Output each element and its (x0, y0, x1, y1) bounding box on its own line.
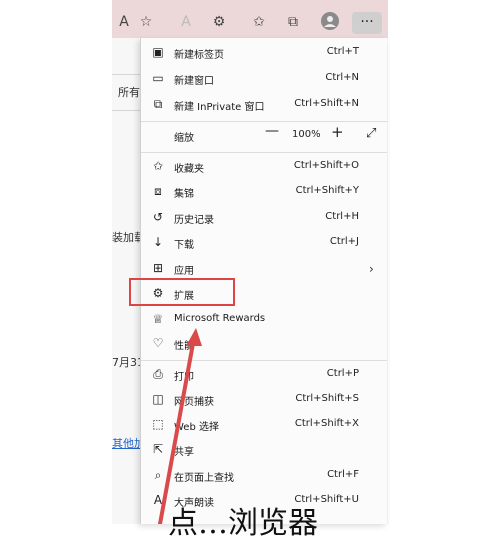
menu-item-shortcut: Ctrl+H (325, 211, 359, 222)
menu-item-rewards[interactable]: ♕ Microsoft Rewards (141, 308, 387, 332)
menu-item-label: 收藏夹 (174, 164, 204, 175)
menu-item-label: 历史记录 (174, 215, 214, 226)
menu-item-label: 性能 (174, 341, 194, 352)
menu-item-label: 下载 (174, 240, 194, 251)
menu-item-shortcut: Ctrl+T (326, 46, 359, 57)
menu-item-shortcut: Ctrl+Shift+Y (295, 185, 359, 196)
zoom-in-button[interactable]: + (331, 123, 344, 141)
read-aloud-icon: A (153, 493, 163, 507)
menu-item-label: 新建标签页 (174, 50, 224, 61)
menu-item-shortcut: Ctrl+Shift+N (294, 98, 359, 109)
zoom-level: 100% (292, 129, 321, 140)
chevron-right-icon: › (369, 262, 374, 276)
menu-item-downloads[interactable]: ↓ 下载 Ctrl+J (141, 231, 387, 255)
new-tab-icon: ▣ (152, 45, 164, 59)
collections-icon: ⧈ (154, 184, 162, 198)
menu-item-label: 集锦 (174, 189, 194, 200)
performance-icon: ♡ (152, 336, 164, 350)
menu-item-find[interactable]: ⌕ 在页面上查找 Ctrl+F (141, 464, 387, 488)
menu-item-new-inprivate[interactable]: ⧉ 新建 InPrivate 窗口 Ctrl+Shift+N (141, 93, 387, 117)
menu-item-label: 在页面上查找 (174, 473, 234, 484)
find-icon: ⌕ (154, 468, 162, 482)
favorites-icon[interactable]: ✩ (249, 12, 269, 32)
menu-item-new-window[interactable]: ▭ 新建窗口 Ctrl+N (141, 67, 387, 91)
text-size-icon[interactable]: A (114, 12, 134, 32)
menu-item-label: 新建窗口 (174, 76, 214, 87)
user-avatar-icon[interactable] (320, 12, 340, 32)
menu-item-web-select[interactable]: ⬚ Web 选择 Ctrl+Shift+X (141, 413, 387, 437)
handwritten-annotation: 点…浏览器 (168, 506, 318, 541)
download-icon: ↓ (152, 235, 164, 249)
menu-item-label: 网页捕获 (174, 397, 214, 408)
history-icon: ↺ (152, 210, 164, 224)
zoom-label: 缩放 (174, 133, 194, 144)
menu-item-shortcut: Ctrl+Shift+S (295, 393, 359, 404)
menu-item-label: 应用 (174, 266, 194, 277)
extensions-icon[interactable]: ⚙ (209, 12, 229, 32)
extensions-highlight-box (129, 278, 235, 306)
bg-divider (112, 110, 140, 111)
bg-text-1: 所有 (118, 86, 140, 99)
menu-item-label: 新建 InPrivate 窗口 (174, 102, 265, 113)
apps-icon: ⊞ (152, 261, 164, 275)
zoom-out-button[interactable]: — (265, 123, 279, 139)
menu-item-shortcut: Ctrl+P (326, 368, 359, 379)
collections-icon[interactable]: ⧉ (283, 12, 303, 32)
menu-item-print[interactable]: ⎙ 打印 Ctrl+P (141, 363, 387, 387)
print-icon: ⎙ (153, 367, 163, 381)
favorites-icon: ✩ (152, 159, 164, 173)
menu-item-label: 共享 (174, 447, 194, 458)
menu-item-performance[interactable]: ♡ 性能 (141, 332, 387, 356)
menu-item-zoom: 缩放 (141, 124, 387, 148)
bg-divider (112, 74, 140, 75)
profile-a-icon[interactable]: A (176, 12, 196, 32)
menu-divider (141, 152, 387, 153)
menu-item-shortcut: Ctrl+Shift+X (294, 418, 359, 429)
menu-divider (141, 360, 387, 361)
menu-item-share[interactable]: ⇱ 共享 (141, 438, 387, 462)
menu-item-shortcut: Ctrl+Shift+O (293, 160, 359, 171)
add-favorite-icon[interactable]: ☆ (136, 12, 156, 32)
menu-item-shortcut: Ctrl+N (325, 72, 359, 83)
menu-item-label: Microsoft Rewards (174, 313, 266, 324)
web-select-icon: ⬚ (152, 417, 164, 431)
new-window-icon: ▭ (152, 71, 164, 85)
menu-item-collections[interactable]: ⧈ 集锦 Ctrl+Shift+Y (141, 180, 387, 204)
rewards-icon: ♕ (152, 312, 164, 326)
menu-item-web-capture[interactable]: ◫ 网页捕获 Ctrl+Shift+S (141, 388, 387, 412)
menu-item-history[interactable]: ↺ 历史记录 Ctrl+H (141, 206, 387, 230)
fullscreen-icon[interactable]: ⤢ (366, 126, 376, 141)
zoom-icon (150, 127, 166, 143)
menu-item-label: 打印 (174, 372, 194, 383)
menu-item-new-tab[interactable]: ▣ 新建标签页 Ctrl+T (141, 41, 387, 65)
menu-divider (141, 121, 387, 122)
menu-item-shortcut: Ctrl+J (329, 236, 359, 247)
settings-more-button[interactable]: ··· (352, 12, 382, 34)
menu-item-label: Web 选择 (174, 422, 219, 433)
share-icon: ⇱ (152, 442, 164, 456)
menu-item-shortcut: Ctrl+F (327, 469, 359, 480)
web-capture-icon: ◫ (152, 392, 164, 406)
menu-item-favorites[interactable]: ✩ 收藏夹 Ctrl+Shift+O (141, 155, 387, 179)
inprivate-icon: ⧉ (153, 97, 163, 111)
